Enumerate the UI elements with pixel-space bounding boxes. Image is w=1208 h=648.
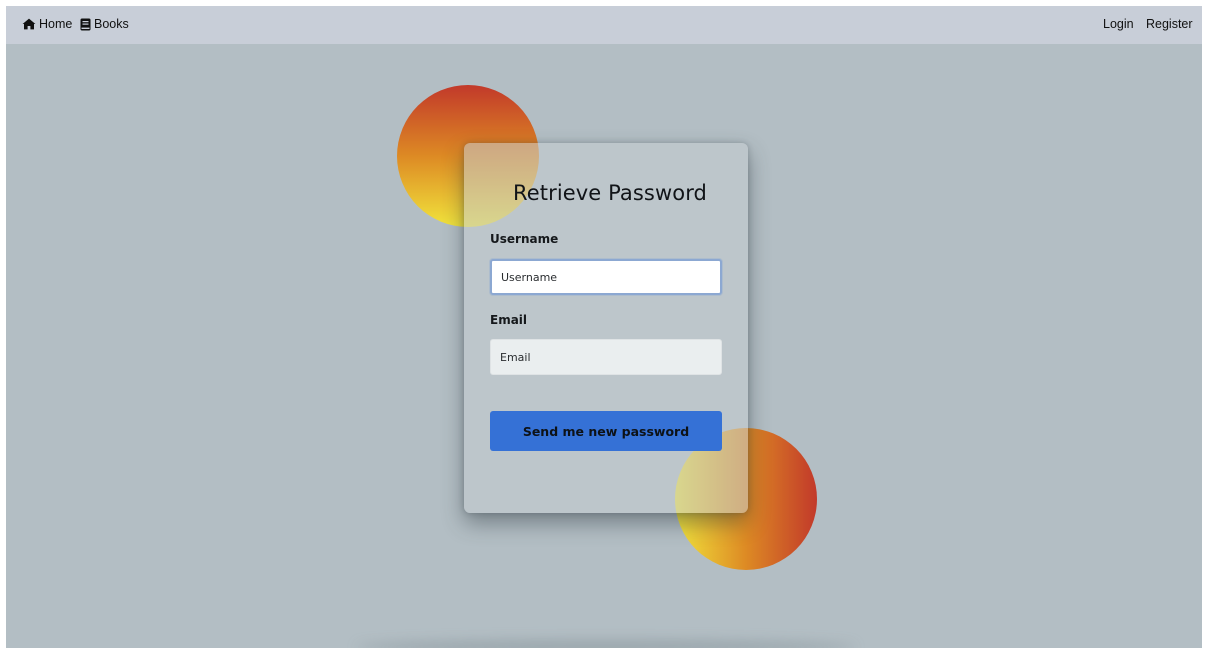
username-input[interactable] bbox=[490, 259, 722, 295]
nav-login-link[interactable]: Login bbox=[1103, 17, 1134, 31]
retrieve-password-card: Retrieve Password Username Email Send me… bbox=[464, 143, 748, 513]
app-frame: Home Books Login Register Retrieve Passw… bbox=[6, 6, 1202, 648]
navbar: Home Books Login Register bbox=[6, 6, 1202, 44]
send-new-password-button[interactable]: Send me new password bbox=[490, 411, 722, 451]
home-icon bbox=[22, 18, 36, 30]
username-label: Username bbox=[490, 232, 559, 246]
email-label: Email bbox=[490, 313, 528, 327]
email-input[interactable] bbox=[490, 339, 722, 375]
nav-home-label: Home bbox=[39, 17, 73, 31]
form-title: Retrieve Password bbox=[512, 181, 707, 205]
book-icon bbox=[80, 18, 91, 31]
nav-books-label: Books bbox=[94, 17, 129, 31]
bottom-shadow bbox=[356, 640, 856, 648]
nav-books-link[interactable]: Books bbox=[80, 17, 129, 31]
nav-home-link[interactable]: Home bbox=[22, 17, 72, 31]
nav-register-link[interactable]: Register bbox=[1146, 17, 1193, 31]
